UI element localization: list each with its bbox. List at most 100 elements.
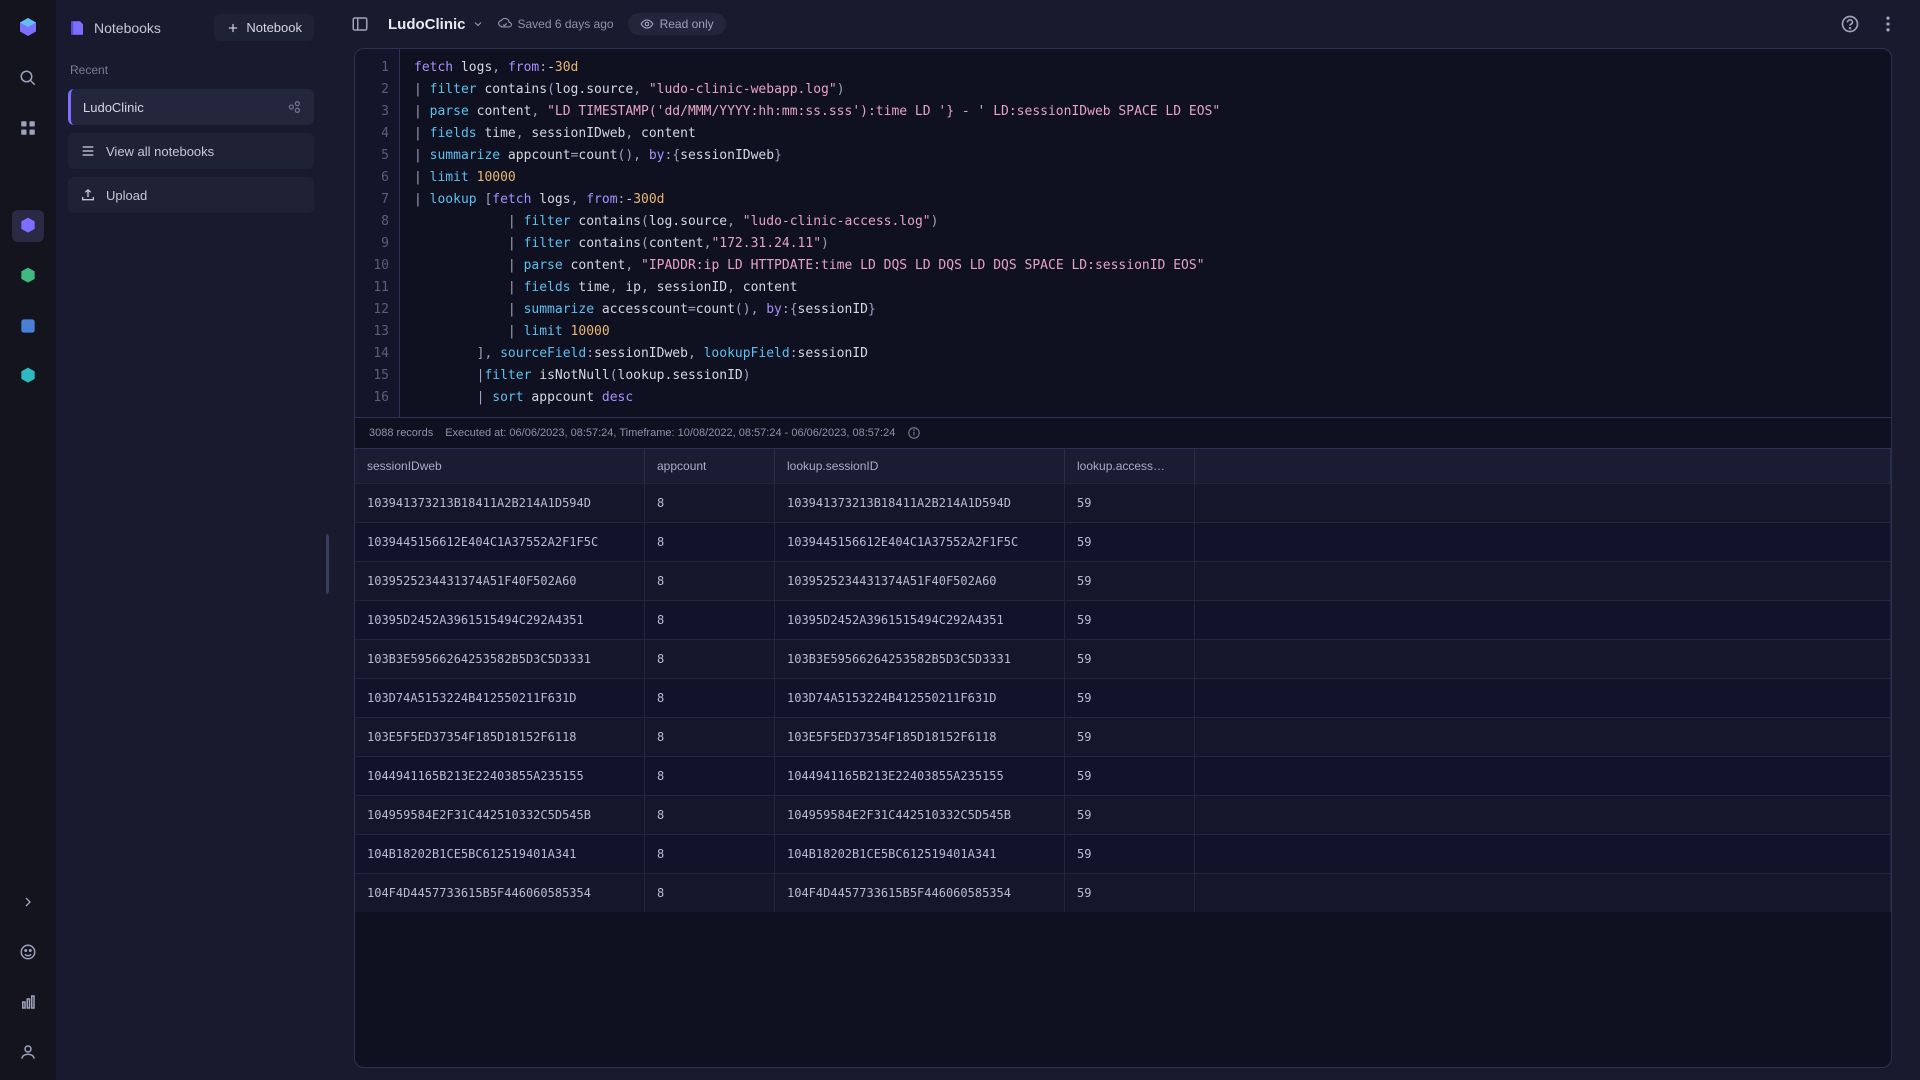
table-cell: 8 <box>645 484 775 522</box>
view-all-label: View all notebooks <box>106 144 214 159</box>
table-cell: 8 <box>645 562 775 600</box>
table-cell: 103E5F5ED37354F185D18152F6118 <box>355 718 645 756</box>
nav-app-blue-icon[interactable] <box>12 310 44 342</box>
toggle-sidebar-icon[interactable] <box>346 10 374 38</box>
info-icon[interactable] <box>907 426 921 440</box>
search-icon[interactable] <box>12 62 44 94</box>
column-header[interactable]: sessionIDweb <box>355 449 645 483</box>
table-cell: 59 <box>1065 796 1195 834</box>
table-header: sessionIDwebappcountlookup.sessionIDlook… <box>355 449 1891 483</box>
table-cell <box>1195 562 1891 600</box>
expand-rail-icon[interactable] <box>12 886 44 918</box>
table-cell: 59 <box>1065 757 1195 795</box>
upload-button[interactable]: Upload <box>68 177 314 213</box>
activity-icon[interactable] <box>12 986 44 1018</box>
table-cell: 1039525234431374A51F40F502A60 <box>775 562 1065 600</box>
notebook-title[interactable]: LudoClinic <box>388 16 484 33</box>
table-row[interactable]: 103E5F5ED37354F185D18152F61188103E5F5ED3… <box>355 717 1891 756</box>
table-cell: 103D74A5153224B412550211F631D <box>355 679 645 717</box>
user-account-icon[interactable] <box>12 1036 44 1068</box>
notebook-item-name: LudoClinic <box>83 100 144 115</box>
column-header[interactable]: lookup.access… <box>1065 449 1195 483</box>
notebook-item-current[interactable]: LudoClinic <box>68 89 314 125</box>
table-cell: 59 <box>1065 523 1195 561</box>
app-logo-icon[interactable] <box>12 12 44 44</box>
code-editor[interactable]: 12345678910111213141516 fetch logs, from… <box>355 49 1891 418</box>
table-cell: 103941373213B18411A2B214A1D594D <box>355 484 645 522</box>
nav-hex-teal-icon[interactable] <box>12 360 44 392</box>
notebooks-link[interactable]: Notebooks <box>68 19 161 37</box>
help-icon[interactable] <box>1838 12 1862 36</box>
new-notebook-button[interactable]: Notebook <box>214 14 314 41</box>
column-header[interactable] <box>1195 449 1891 483</box>
table-cell: 103E5F5ED37354F185D18152F6118 <box>775 718 1065 756</box>
table-cell <box>1195 757 1891 795</box>
table-cell: 8 <box>645 601 775 639</box>
code-lines[interactable]: fetch logs, from:-30d| filter contains(l… <box>400 49 1891 417</box>
table-cell: 10395D2452A3961515494C292A4351 <box>355 601 645 639</box>
table-cell: 104B18202B1CE5BC612519401A341 <box>775 835 1065 873</box>
readonly-badge: Read only <box>628 13 726 35</box>
table-cell: 59 <box>1065 874 1195 912</box>
table-cell <box>1195 640 1891 678</box>
table-cell: 1039525234431374A51F40F502A60 <box>355 562 645 600</box>
table-cell: 1039445156612E404C1A37552A2F1F5C <box>355 523 645 561</box>
table-cell: 59 <box>1065 835 1195 873</box>
table-cell: 104B18202B1CE5BC612519401A341 <box>355 835 645 873</box>
results-table[interactable]: sessionIDwebappcountlookup.sessionIDlook… <box>355 449 1891 1067</box>
table-cell <box>1195 718 1891 756</box>
table-cell: 103B3E59566264253582B5D3C5D3331 <box>355 640 645 678</box>
resize-handle[interactable] <box>326 534 329 594</box>
table-cell: 104959584E2F31C442510332C5D545B <box>355 796 645 834</box>
table-row[interactable]: 103B3E59566264253582B5D3C5D33318103B3E59… <box>355 639 1891 678</box>
topbar: LudoClinic Saved 6 days ago Read only <box>326 0 1920 48</box>
query-cell: 12345678910111213141516 fetch logs, from… <box>354 48 1892 1068</box>
table-row[interactable]: 104959584E2F31C442510332C5D545B810495958… <box>355 795 1891 834</box>
table-row[interactable]: 103941373213B18411A2B214A1D594D810394137… <box>355 483 1891 522</box>
nav-cube-green-icon[interactable] <box>12 260 44 292</box>
table-cell: 8 <box>645 835 775 873</box>
table-cell: 59 <box>1065 679 1195 717</box>
table-row[interactable]: 10395D2452A3961515494C292A4351810395D245… <box>355 600 1891 639</box>
table-cell <box>1195 601 1891 639</box>
notebooks-label: Notebooks <box>94 20 161 36</box>
upload-label: Upload <box>106 188 147 203</box>
recent-label: Recent <box>70 63 312 77</box>
table-cell <box>1195 796 1891 834</box>
table-cell <box>1195 679 1891 717</box>
table-cell: 104F4D4457733615B5F446060585354 <box>775 874 1065 912</box>
table-cell: 104F4D4457733615B5F446060585354 <box>355 874 645 912</box>
table-cell: 1044941165B213E22403855A235155 <box>355 757 645 795</box>
more-menu-icon[interactable] <box>1876 12 1900 36</box>
table-row[interactable]: 104B18202B1CE5BC612519401A3418104B18202B… <box>355 834 1891 873</box>
table-cell: 8 <box>645 523 775 561</box>
apps-grid-icon[interactable] <box>12 112 44 144</box>
table-cell: 10395D2452A3961515494C292A4351 <box>775 601 1065 639</box>
table-cell: 59 <box>1065 640 1195 678</box>
share-icon <box>286 99 302 115</box>
table-cell <box>1195 874 1891 912</box>
cloud-check-icon <box>498 17 512 31</box>
new-notebook-label: Notebook <box>246 20 302 35</box>
eye-icon <box>640 17 654 31</box>
table-row[interactable]: 103D74A5153224B412550211F631D8103D74A515… <box>355 678 1891 717</box>
table-cell: 59 <box>1065 562 1195 600</box>
sidebar: Notebooks Notebook Recent LudoClinic Vie… <box>56 0 326 1080</box>
column-header[interactable]: lookup.sessionID <box>775 449 1065 483</box>
view-all-notebooks-button[interactable]: View all notebooks <box>68 133 314 169</box>
column-header[interactable]: appcount <box>645 449 775 483</box>
table-cell: 103D74A5153224B412550211F631D <box>775 679 1065 717</box>
nav-notebook-icon[interactable] <box>12 210 44 242</box>
table-cell <box>1195 484 1891 522</box>
table-row[interactable]: 1039525234431374A51F40F502A6081039525234… <box>355 561 1891 600</box>
table-cell: 8 <box>645 874 775 912</box>
table-row[interactable]: 1044941165B213E22403855A2351558104494116… <box>355 756 1891 795</box>
feedback-icon[interactable] <box>12 936 44 968</box>
table-row[interactable]: 104F4D4457733615B5F4460605853548104F4D44… <box>355 873 1891 912</box>
table-cell: 59 <box>1065 718 1195 756</box>
table-body: 103941373213B18411A2B214A1D594D810394137… <box>355 483 1891 912</box>
record-count: 3088 records <box>369 427 433 439</box>
table-row[interactable]: 1039445156612E404C1A37552A2F1F5C81039445… <box>355 522 1891 561</box>
table-cell <box>1195 523 1891 561</box>
line-gutter: 12345678910111213141516 <box>355 49 400 417</box>
